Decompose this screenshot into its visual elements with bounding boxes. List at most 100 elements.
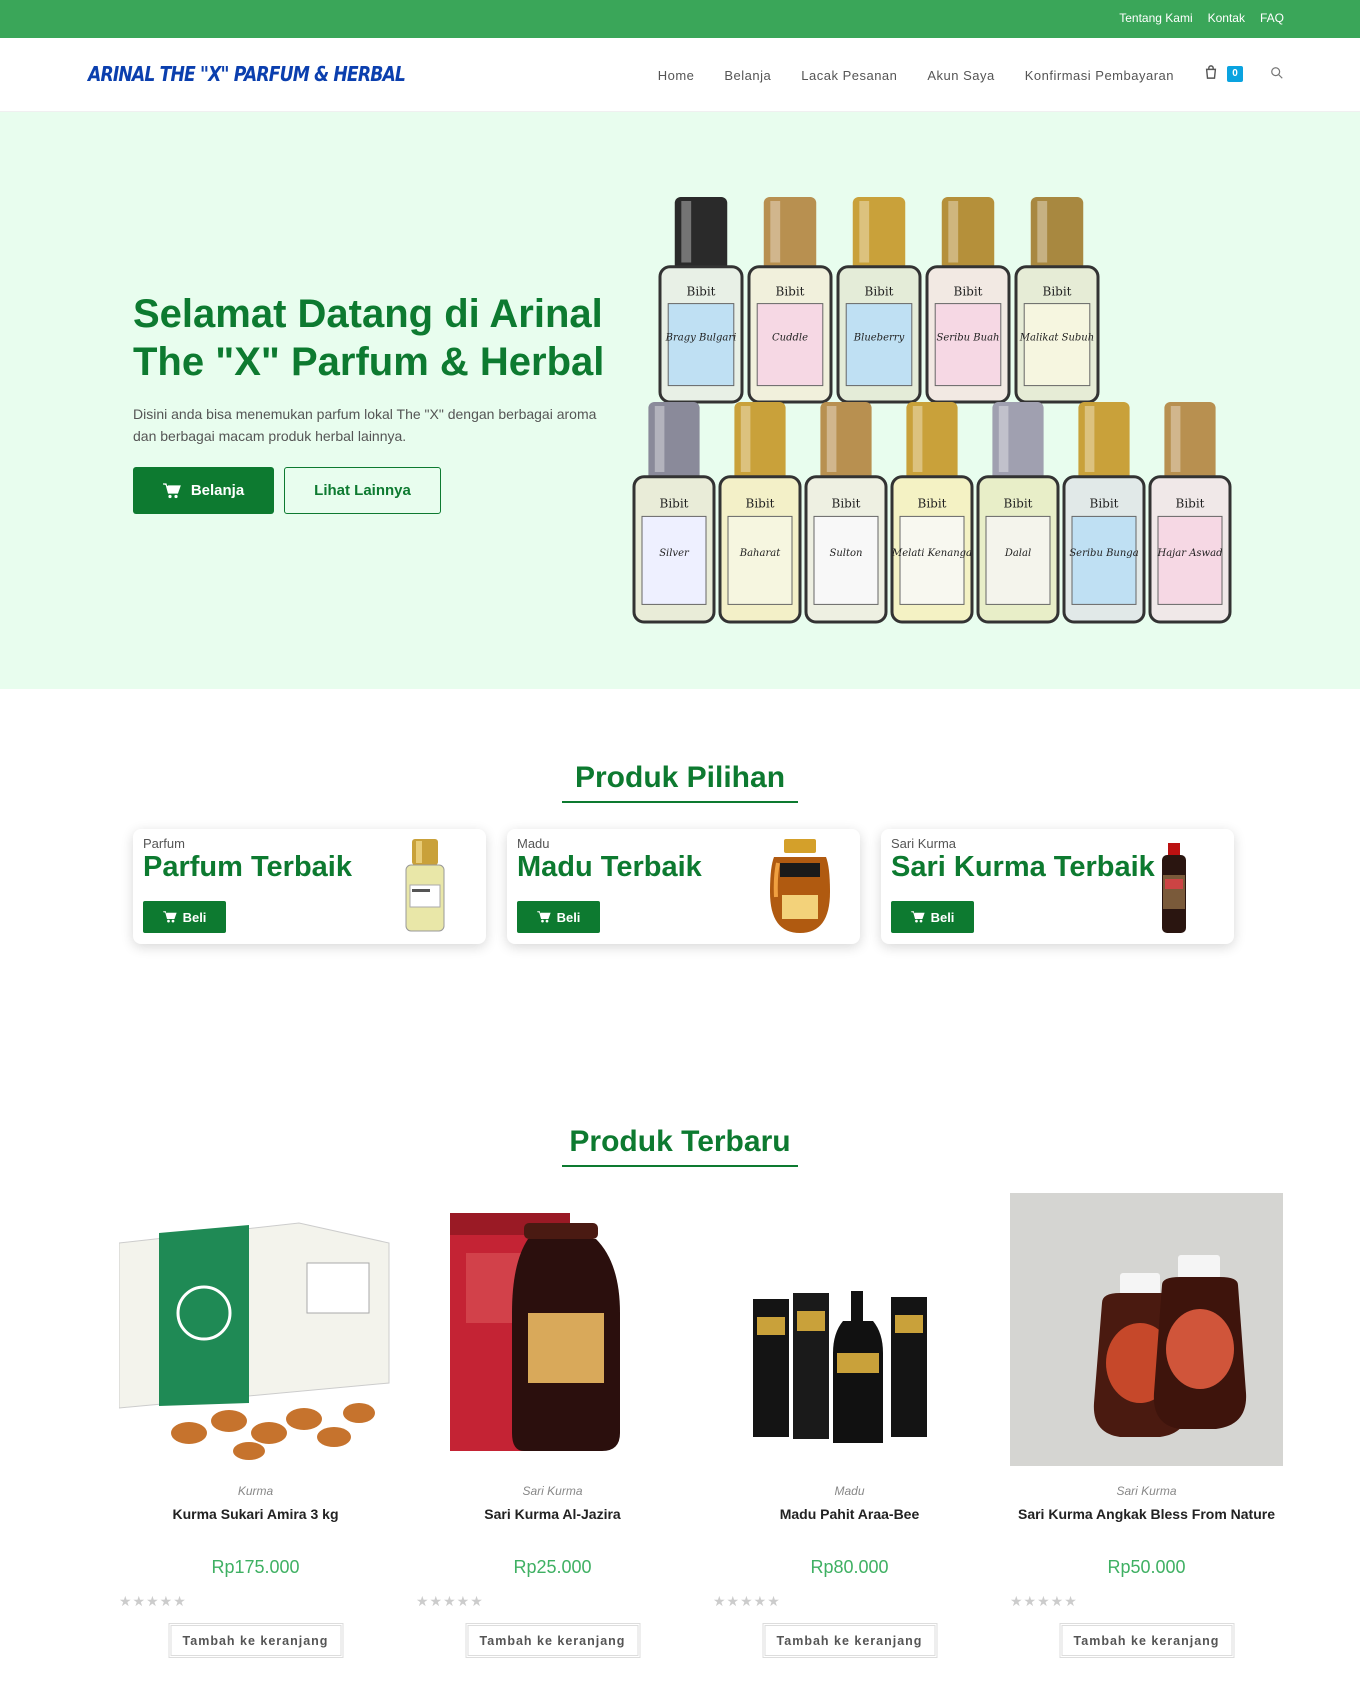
featured-card-parfum: Parfum Parfum Terbaik Beli (133, 829, 486, 944)
title-underline (562, 1165, 798, 1167)
product-image-sari-kurma-angkak[interactable] (1010, 1193, 1283, 1466)
svg-text:Bibit: Bibit (1176, 497, 1205, 511)
svg-text:Melati Kenanga: Melati Kenanga (891, 548, 972, 559)
rating-stars: ★★★★★ (119, 1593, 187, 1609)
nav-track-order[interactable]: Lacak Pesanan (801, 68, 897, 83)
hero-title: Selamat Datang di Arinal The "X" Parfum … (133, 292, 605, 384)
svg-text:Bibit: Bibit (776, 284, 805, 298)
cart-icon (162, 911, 177, 923)
see-more-button[interactable]: Lihat Lainnya (284, 467, 441, 514)
site-logo[interactable]: ARINAL THE "X" PARFUM & HERBAL (88, 62, 406, 86)
svg-text:Bibit: Bibit (1043, 284, 1072, 298)
add-to-cart-button[interactable]: Tambah ke keranjang (465, 1623, 640, 1658)
main-nav: Home Belanja Lacak Pesanan Akun Saya Kon… (658, 38, 1284, 112)
svg-text:Seribu Buah: Seribu Buah (937, 333, 1000, 344)
featured-section-header: Produk Pilihan (0, 761, 1360, 803)
cart-count-badge: 0 (1227, 66, 1243, 82)
svg-text:Bibit: Bibit (687, 284, 716, 298)
rating-stars: ★★★★★ (713, 1593, 781, 1609)
product-price: Rp25.000 (513, 1557, 592, 1577)
add-to-cart-button[interactable]: Tambah ke keranjang (168, 1623, 343, 1658)
product-grid: Kurma Kurma Sukari Amira 3 kg Rp175.000 … (119, 1193, 1283, 1663)
perfume-bottle: Bibit Baharat (718, 402, 802, 624)
perfume-bottle: Bibit Cuddle (747, 197, 833, 404)
nav-my-account[interactable]: Akun Saya (927, 68, 994, 83)
shop-button-label: Belanja (190, 482, 245, 499)
product-name[interactable]: Kurma Sukari Amira 3 kg (119, 1506, 392, 1522)
product-name[interactable]: Sari Kurma Al-Jazira (416, 1506, 689, 1522)
product-category[interactable]: Sari Kurma (1010, 1484, 1283, 1498)
product-name[interactable]: Madu Pahit Araa-Bee (713, 1506, 986, 1522)
shop-button[interactable]: Belanja (133, 467, 274, 514)
perfume-bottle: Bibit Silver (632, 402, 716, 624)
perfume-bottle: Bibit Seribu Buah (925, 197, 1011, 404)
product-price: Rp50.000 (1107, 1557, 1186, 1577)
topbar-link-about[interactable]: Tentang Kami (1119, 11, 1192, 25)
product-image-kurma-sukari[interactable] (119, 1193, 392, 1466)
hero-section: Selamat Datang di Arinal The "X" Parfum … (0, 112, 1360, 689)
rating-stars: ★★★★★ (416, 1593, 484, 1609)
product-category[interactable]: Kurma (119, 1484, 392, 1498)
featured-card-sari-kurma: Sari Kurma Sari Kurma Terbaik Beli (881, 829, 1234, 944)
perfume-bottle: Bibit Blueberry (836, 197, 922, 404)
search-icon (1271, 66, 1283, 79)
product-card: Sari Kurma Sari Kurma Al-Jazira Rp25.000… (416, 1193, 689, 1663)
svg-text:Bibit: Bibit (954, 284, 983, 298)
honey-jar-image (770, 839, 830, 933)
search-button[interactable] (1270, 66, 1284, 85)
product-card: Madu Madu Pahit Araa-Bee Rp80.000 ★★★★★ … (713, 1193, 986, 1663)
nav-shop[interactable]: Belanja (724, 68, 771, 83)
perfume-bottle: Bibit Dalal (976, 402, 1060, 624)
product-category[interactable]: Madu (713, 1484, 986, 1498)
buy-button[interactable]: Beli (891, 901, 974, 933)
svg-text:Bibit: Bibit (918, 497, 947, 511)
product-name[interactable]: Sari Kurma Angkak Bless From Nature (1010, 1506, 1283, 1522)
add-to-cart-button[interactable]: Tambah ke keranjang (1059, 1623, 1234, 1658)
svg-text:Bibit: Bibit (1004, 497, 1033, 511)
card-title: Madu Terbaik (517, 851, 702, 883)
perfume-bottle: Bibit Sulton (804, 402, 888, 624)
product-price: Rp175.000 (211, 1557, 300, 1577)
add-to-cart-button[interactable]: Tambah ke keranjang (762, 1623, 937, 1658)
cart-button[interactable]: 0 (1204, 65, 1243, 85)
cart-icon (162, 482, 181, 498)
product-price: Rp80.000 (810, 1557, 889, 1577)
card-category: Parfum (143, 836, 185, 851)
top-bar: Tentang Kami Kontak FAQ (0, 0, 1360, 38)
rating-stars: ★★★★★ (1010, 1593, 1078, 1609)
nav-home[interactable]: Home (658, 68, 695, 83)
svg-text:Baharat: Baharat (739, 548, 781, 559)
latest-section-header: Produk Terbaru (0, 1125, 1360, 1167)
perfume-bottle: Bibit Seribu Bunga (1062, 402, 1146, 624)
product-card: Kurma Kurma Sukari Amira 3 kg Rp175.000 … (119, 1193, 392, 1663)
product-image-madu-pahit[interactable] (713, 1193, 986, 1466)
product-image-sari-kurma-al-jazira[interactable] (416, 1193, 689, 1466)
card-category: Sari Kurma (891, 836, 957, 851)
svg-text:Bibit: Bibit (746, 497, 775, 511)
featured-card-madu: Madu Madu Terbaik Beli (507, 829, 860, 944)
svg-text:Bragy Bulgari: Bragy Bulgari (665, 333, 737, 344)
svg-text:Bibit: Bibit (660, 497, 689, 511)
buy-button-label: Beli (182, 909, 207, 925)
buy-button-label: Beli (556, 909, 581, 925)
buy-button[interactable]: Beli (143, 901, 226, 933)
featured-cards: Parfum Parfum Terbaik Beli Madu Madu Ter… (133, 829, 1234, 944)
hero-perfume-bottles-image: Bibit Bragy Bulgari Bibit Cuddle Bibit Bluebe… (632, 197, 1232, 624)
product-category[interactable]: Sari Kurma (416, 1484, 689, 1498)
svg-text:Cuddle: Cuddle (772, 333, 808, 344)
product-card: Sari Kurma Sari Kurma Angkak Bless From … (1010, 1193, 1283, 1663)
card-category: Madu (517, 836, 550, 851)
cart-icon (910, 911, 925, 923)
svg-text:Blueberry: Blueberry (853, 333, 905, 344)
latest-title: Produk Terbaru (569, 1125, 791, 1158)
buy-button-label: Beli (930, 909, 955, 925)
cart-icon (536, 911, 551, 923)
perfume-bottle: Bibit Melati Kenanga (890, 402, 974, 624)
buy-button[interactable]: Beli (517, 901, 600, 933)
nav-payment-confirmation[interactable]: Konfirmasi Pembayaran (1025, 68, 1174, 83)
title-underline (562, 801, 798, 803)
svg-text:Hajar Aswad: Hajar Aswad (1157, 548, 1223, 559)
topbar-link-faq[interactable]: FAQ (1260, 11, 1284, 25)
topbar-link-contact[interactable]: Kontak (1208, 11, 1245, 25)
perfume-bottle: Bibit Bragy Bulgari (658, 197, 744, 404)
